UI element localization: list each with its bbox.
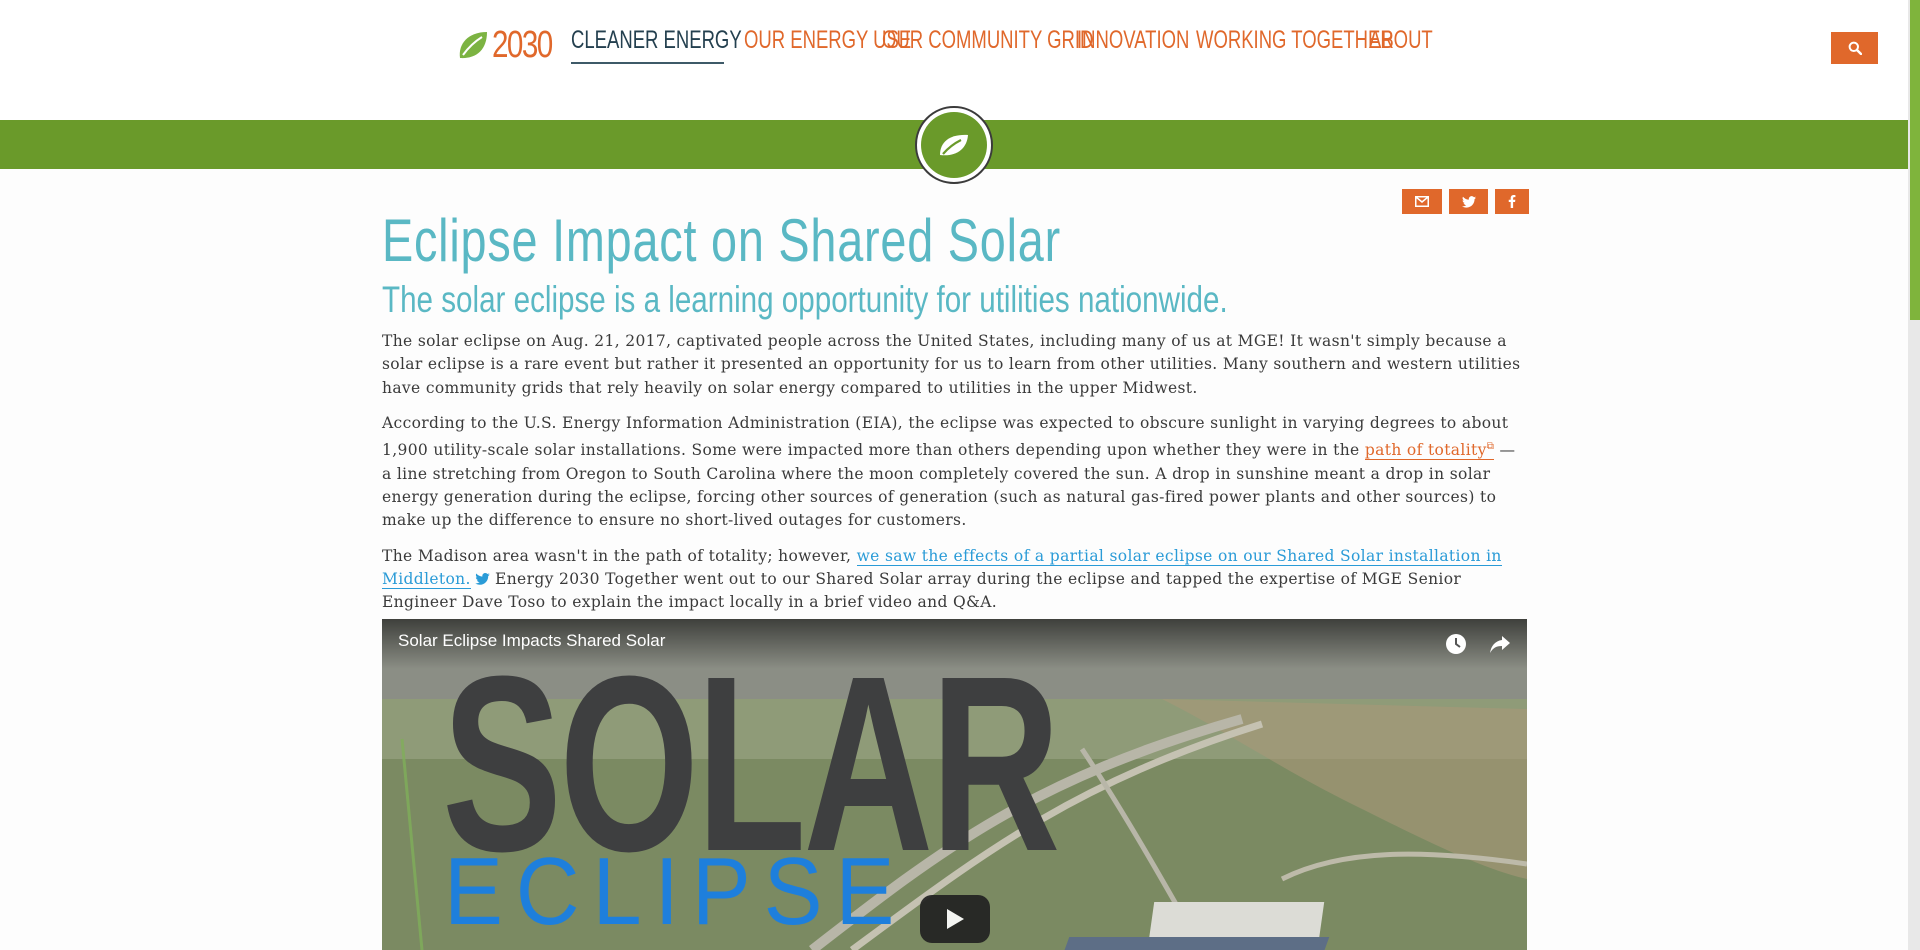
video-thumb-solar-panels [1054,937,1330,950]
site-logo[interactable]: 2030 [456,22,569,68]
nav-link-cleaner-energy[interactable]: Cleaner Energy [571,26,742,60]
nav-link-innovation[interactable]: Innovation [1077,26,1189,60]
play-button[interactable] [920,895,990,943]
leaf-badge-inner [921,112,987,178]
paragraph-3-text-a: The Madison area wasn't in the path of t… [382,546,857,565]
paragraph-2: According to the U.S. Energy Information… [382,412,1528,533]
paragraph-1: The solar eclipse on Aug. 21, 2017, capt… [382,332,1521,397]
video-title[interactable]: Solar Eclipse Impacts Shared Solar [398,631,665,651]
article: Eclipse Impact on Shared Solar The solar… [382,205,1528,626]
paragraph-3-text-b: Energy 2030 Together went out to our Sha… [382,569,1462,612]
search-icon [1848,41,1862,55]
nav-item-our-energy-use[interactable]: Our Energy Use [724,26,911,64]
page-scrollbar[interactable] [1908,0,1920,950]
twitter-icon [475,572,490,585]
path-of-totality-link[interactable]: path of totality⧉ [1364,441,1495,461]
nav-item-innovation[interactable]: Innovation [1077,26,1203,64]
nav-link-our-energy-use[interactable]: Our Energy Use [744,26,911,60]
nav-link-about[interactable]: About [1369,26,1433,60]
nav-link-working-together[interactable]: Working Together [1196,26,1394,60]
play-icon [947,909,964,929]
leaf-icon [940,134,968,156]
search-button[interactable] [1831,32,1878,64]
video-player[interactable]: SOLAR ECLIPSE Solar Eclipse Impacts Shar… [382,619,1527,950]
clock-icon[interactable] [1445,633,1467,655]
section-badge [915,106,993,184]
nav-link-our-community-grid[interactable]: Our Community Grid [882,26,1093,60]
nav-item-our-community-grid[interactable]: Our Community Grid [882,26,1093,64]
path-of-totality-link-text: path of totality [1364,441,1487,460]
site-header: 2030 Cleaner Energy Our Energy Use Our C… [0,0,1908,120]
video-thumb-eclipse-text: ECLIPSE [444,838,908,945]
nav-item-cleaner-energy[interactable]: Cleaner Energy [571,26,742,64]
scrollbar-thumb[interactable] [1910,0,1920,320]
paragraph-3: The Madison area wasn't in the path of t… [382,545,1528,615]
nav-item-working-together[interactable]: Working Together [1196,26,1394,64]
leaf-logo-icon [459,32,487,59]
nav-item-about[interactable]: About [1369,26,1439,64]
page-title: Eclipse Impact on Shared Solar [382,207,1061,274]
main-nav: Cleaner Energy Our Energy Use Our Commun… [571,26,1439,64]
video-controls-top [1445,633,1511,655]
page-subtitle: The solar eclipse is a learning opportun… [382,279,1228,320]
logo-text: 2030 [492,23,553,66]
share-icon[interactable] [1489,633,1511,655]
paragraph-2-text-a: According to the U.S. Energy Information… [382,413,1509,460]
